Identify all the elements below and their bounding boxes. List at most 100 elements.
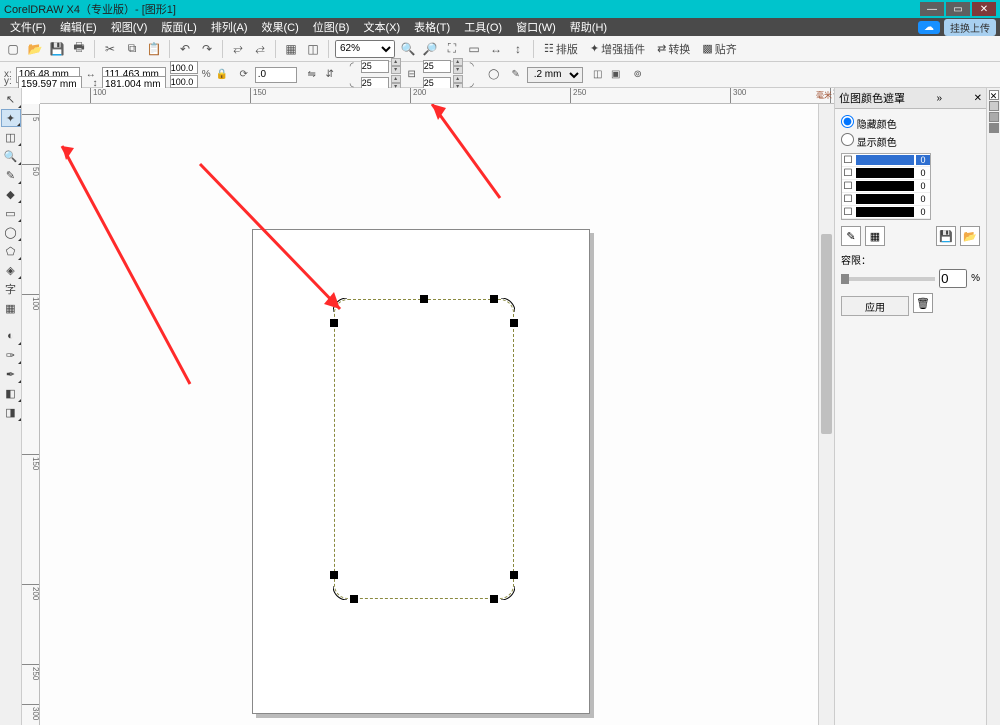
scale-x-input[interactable]: [170, 61, 198, 74]
basic-shapes-tool[interactable]: ◈: [1, 261, 21, 279]
palette-swatch[interactable]: [989, 123, 999, 133]
snap-button[interactable]: ▩贴齐: [698, 41, 740, 57]
freehand-tool[interactable]: ✎: [1, 166, 21, 184]
corner-tl-input[interactable]: [361, 60, 389, 73]
print-icon[interactable]: 🖶: [70, 40, 88, 58]
handle-top[interactable]: [420, 295, 428, 303]
cloud-icon[interactable]: ☁: [918, 21, 940, 34]
node-br[interactable]: [510, 571, 518, 579]
outline-tool[interactable]: ✒: [1, 365, 21, 383]
redo-icon[interactable]: ↷: [198, 40, 216, 58]
option-hide-colors[interactable]: 隐藏颜色: [841, 115, 980, 131]
menu-layout[interactable]: 版面(L): [155, 19, 202, 35]
shape-tool[interactable]: ✦: [1, 109, 21, 127]
color-palette[interactable]: ✕: [986, 88, 1000, 725]
horizontal-ruler[interactable]: 100 150 200 250 300 350 毫米: [40, 88, 834, 104]
scrollbar-thumb[interactable]: [821, 234, 832, 434]
palette-swatch[interactable]: ✕: [989, 90, 999, 100]
zoom-tool[interactable]: 🔍: [1, 147, 21, 165]
menu-arrange[interactable]: 排列(A): [205, 19, 254, 35]
enhance-plugin-button[interactable]: ✦增强插件: [586, 41, 649, 57]
menu-tools[interactable]: 工具(O): [458, 19, 508, 35]
to-curve-icon[interactable]: ◯: [487, 68, 501, 82]
front-icon[interactable]: ▣: [609, 68, 623, 82]
text-tool[interactable]: 字: [1, 280, 21, 298]
export-icon[interactable]: ⥄: [251, 40, 269, 58]
paste-icon[interactable]: 📋: [145, 40, 163, 58]
zoom-in-icon[interactable]: 🔍: [399, 40, 417, 58]
open-icon[interactable]: 📂: [26, 40, 44, 58]
save-mask-icon[interactable]: 💾: [936, 226, 956, 246]
convert-button[interactable]: ⇄转换: [653, 41, 694, 57]
handle-bottom-left[interactable]: [350, 595, 358, 603]
zoom-page-icon[interactable]: ▭: [465, 40, 483, 58]
outline-width-select[interactable]: .2 mm: [527, 67, 583, 83]
menu-window[interactable]: 窗口(W): [510, 19, 562, 35]
selected-rounded-rectangle[interactable]: [334, 299, 514, 599]
color-row[interactable]: ☐0: [842, 154, 930, 167]
menu-edit[interactable]: 编辑(E): [54, 19, 103, 35]
docker-collapse-icon[interactable]: »: [937, 93, 943, 104]
minimize-button[interactable]: —: [920, 2, 944, 16]
color-row[interactable]: ☐0: [842, 206, 930, 219]
docker-titlebar[interactable]: 位图颜色遮罩 » ✕: [835, 88, 986, 109]
zoom-height-icon[interactable]: ↕: [509, 40, 527, 58]
menu-text[interactable]: 文本(X): [357, 19, 406, 35]
import-icon[interactable]: ⥂: [229, 40, 247, 58]
copy-icon[interactable]: ⧉: [123, 40, 141, 58]
maximize-button[interactable]: ▭: [946, 2, 970, 16]
docker-close-icon[interactable]: ✕: [974, 93, 982, 104]
table-tool[interactable]: ▦: [1, 299, 21, 317]
node-tr[interactable]: [510, 319, 518, 327]
interactive-tool[interactable]: ◐: [1, 327, 21, 345]
open-mask-icon[interactable]: 📂: [960, 226, 980, 246]
scale-y-input[interactable]: [170, 75, 198, 88]
interactive-fill-tool[interactable]: ◨: [1, 403, 21, 421]
palette-swatch[interactable]: [989, 112, 999, 122]
menu-bitmap[interactable]: 位图(B): [307, 19, 356, 35]
corner-lock-icon[interactable]: ⊟: [405, 68, 419, 82]
save-icon[interactable]: 💾: [48, 40, 66, 58]
color-mask-list[interactable]: ☐0 ☐0 ☐0 ☐0 ☐0: [841, 153, 931, 220]
apply-button[interactable]: 应用: [841, 296, 909, 316]
corner-tr-input[interactable]: [423, 60, 451, 73]
new-icon[interactable]: ▢: [4, 40, 22, 58]
eyedropper-icon[interactable]: ✎: [841, 226, 861, 246]
drawing-canvas[interactable]: [40, 104, 834, 725]
cloud-upload-button[interactable]: 挂换上传: [944, 19, 996, 36]
menu-table[interactable]: 表格(T): [408, 19, 456, 35]
eyedropper-tool[interactable]: ✑: [1, 346, 21, 364]
menu-effects[interactable]: 效果(C): [256, 19, 305, 35]
options-icon[interactable]: ⊚: [631, 68, 645, 82]
welcome-icon[interactable]: ◫: [304, 40, 322, 58]
fill-tool[interactable]: ◧: [1, 384, 21, 402]
mirror-h-icon[interactable]: ⇋: [305, 68, 319, 82]
node-bl[interactable]: [330, 571, 338, 579]
color-row[interactable]: ☐0: [842, 193, 930, 206]
menu-help[interactable]: 帮助(H): [564, 19, 613, 35]
smart-fill-tool[interactable]: ◆: [1, 185, 21, 203]
ellipse-tool[interactable]: ◯: [1, 223, 21, 241]
delete-mask-icon[interactable]: 🗑: [913, 293, 933, 313]
edit-color-icon[interactable]: ▦: [865, 226, 885, 246]
menu-view[interactable]: 视图(V): [105, 19, 154, 35]
zoom-fit-icon[interactable]: ⛶: [443, 40, 461, 58]
app-launcher-icon[interactable]: ▦: [282, 40, 300, 58]
cut-icon[interactable]: ✂: [101, 40, 119, 58]
menu-file[interactable]: 文件(F): [4, 19, 52, 35]
lock-icon[interactable]: 🔒: [215, 68, 229, 82]
zoom-width-icon[interactable]: ↔: [487, 40, 505, 58]
crop-tool[interactable]: ◫: [1, 128, 21, 146]
polygon-tool[interactable]: ⬠: [1, 242, 21, 260]
spin-down[interactable]: ▾: [391, 66, 401, 74]
wrap-icon[interactable]: ◫: [591, 68, 605, 82]
spin-up[interactable]: ▴: [391, 58, 401, 66]
color-row[interactable]: ☐0: [842, 167, 930, 180]
option-show-colors[interactable]: 显示颜色: [841, 133, 980, 149]
close-button[interactable]: ✕: [972, 2, 996, 16]
pick-tool[interactable]: ↖: [1, 90, 21, 108]
handle-bottom-right[interactable]: [490, 595, 498, 603]
tolerance-input[interactable]: [939, 269, 967, 288]
tolerance-slider[interactable]: [841, 277, 935, 281]
palette-swatch[interactable]: [989, 101, 999, 111]
